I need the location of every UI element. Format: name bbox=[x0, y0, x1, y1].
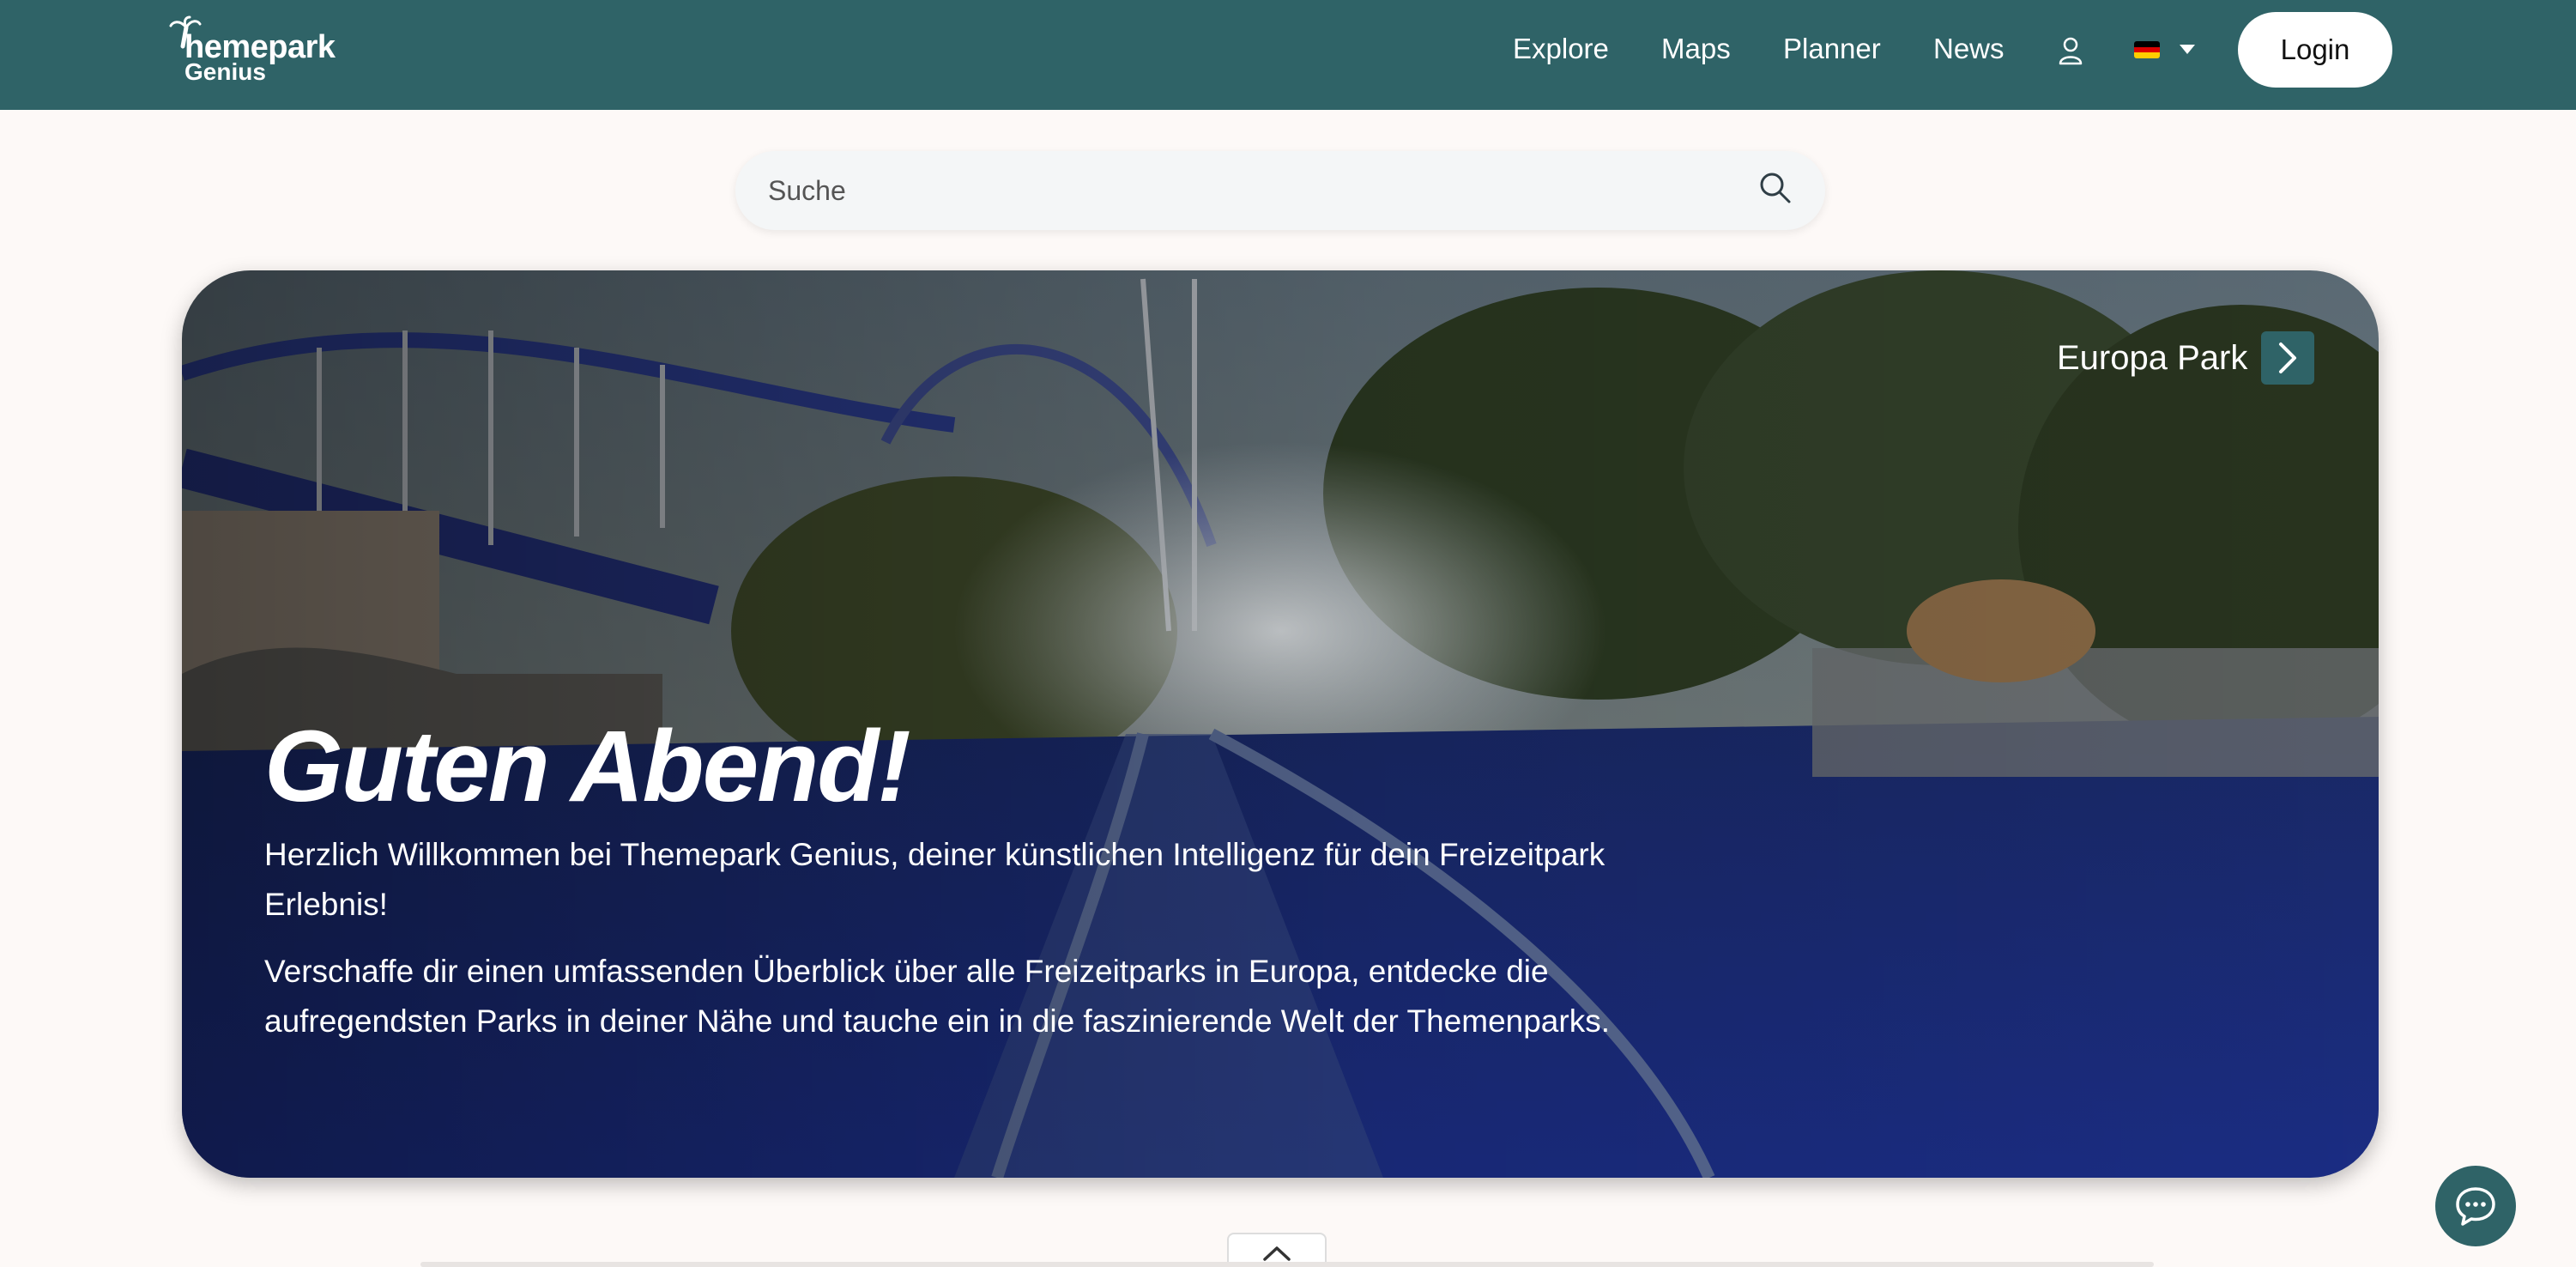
chat-button[interactable] bbox=[2435, 1166, 2516, 1246]
chevron-right-icon[interactable] bbox=[2261, 331, 2315, 385]
nav-explore[interactable]: Explore bbox=[1513, 33, 1609, 65]
hero-greeting: Guten Abend! bbox=[264, 710, 911, 823]
user-icon[interactable] bbox=[2058, 36, 2083, 65]
search-bar bbox=[735, 151, 1825, 230]
nav-maps[interactable]: Maps bbox=[1661, 33, 1731, 65]
search-input[interactable] bbox=[768, 151, 1712, 230]
de-flag-icon[interactable] bbox=[2134, 41, 2160, 58]
nav-planner[interactable]: Planner bbox=[1783, 33, 1881, 65]
search-icon[interactable] bbox=[1759, 172, 1792, 204]
hero-description-text: Verschaffe dir einen umfassenden Überbli… bbox=[264, 954, 1610, 1039]
top-navbar bbox=[0, 0, 2576, 110]
logo-text-genius: Genius bbox=[184, 58, 266, 85]
chevron-down-icon[interactable] bbox=[2180, 45, 2195, 54]
hero-intro-text: Herzlich Willkommen bei Themepark Genius… bbox=[264, 837, 1605, 922]
chat-bubble-icon bbox=[2456, 1187, 2495, 1226]
nav-news[interactable]: News bbox=[1933, 33, 2005, 65]
featured-park-name[interactable]: Europa Park bbox=[2057, 339, 2247, 378]
section-divider bbox=[420, 1262, 2154, 1267]
featured-park-link[interactable]: Europa Park bbox=[2057, 330, 2315, 385]
hero-banner: Europa Park Guten Abend! Herzlich Willko… bbox=[182, 270, 2379, 1178]
chevron-up-icon bbox=[1263, 1246, 1291, 1261]
login-button[interactable]: Login bbox=[2238, 12, 2392, 88]
themepark-genius-logo[interactable]: hemepark Genius bbox=[167, 15, 339, 86]
